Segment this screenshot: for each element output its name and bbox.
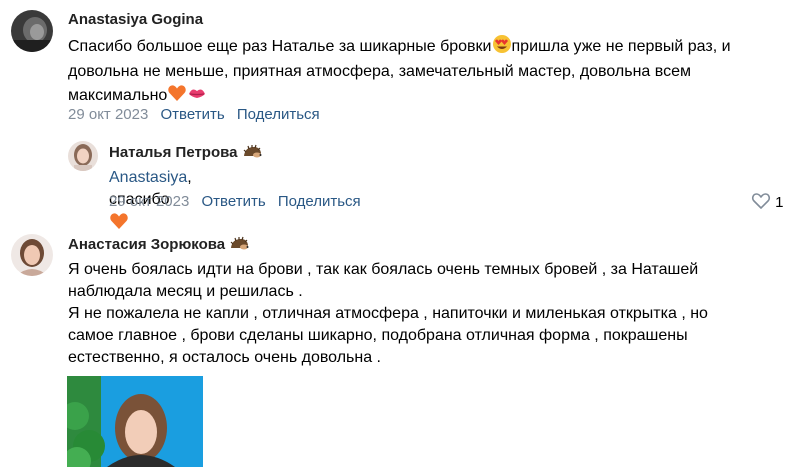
comment-author[interactable]: Anastasiya Gogina xyxy=(68,11,203,28)
comment-author: Анастасия Зорюкова xyxy=(68,236,249,256)
comment-meta: 29 окт 2023 Ответить Поделиться xyxy=(68,106,320,123)
share-button[interactable]: Поделиться xyxy=(237,106,320,123)
comment-text: Спасибо большое еще раз Наталье за шикар… xyxy=(68,34,788,110)
attached-photo[interactable] xyxy=(67,376,203,467)
comment-text: Я очень боялась идти на брови , так как … xyxy=(68,259,793,369)
hedgehog-icon xyxy=(242,144,262,164)
comment-text-line: максимально xyxy=(68,87,168,104)
author-name[interactable]: Наталья Петрова xyxy=(109,144,238,161)
like-button[interactable]: 1 xyxy=(751,192,784,214)
comment-text-line: Я очень боялась идти на брови , так как … xyxy=(68,261,699,278)
hedgehog-icon xyxy=(229,236,249,256)
avatar[interactable] xyxy=(11,234,53,276)
comment-text-line: естественно, я осталось очень довольна . xyxy=(68,349,381,366)
avatar[interactable] xyxy=(11,10,53,52)
heart-outline-icon xyxy=(751,192,771,214)
orange-heart-icon xyxy=(109,211,129,238)
comment-text-line: самое главное , брови сделаны шикарно, п… xyxy=(68,327,688,344)
avatar[interactable] xyxy=(68,141,98,171)
share-button[interactable]: Поделиться xyxy=(278,193,361,210)
reply-button[interactable]: Ответить xyxy=(161,106,225,123)
comment-text-line: наблюдала месяц и решилась . xyxy=(68,283,303,300)
comment-date[interactable]: 29 окт 2023 xyxy=(68,106,148,123)
comment-date[interactable]: 29 окт 2023 xyxy=(109,193,189,210)
comment-text-line: пришла уже не первый раз, и xyxy=(511,38,731,55)
heart-eyes-icon xyxy=(492,34,512,61)
mention-link[interactable]: Anastasiya xyxy=(109,169,187,186)
comment-meta: 29 окт 2023 Ответить Поделиться xyxy=(109,193,361,210)
comment-author: Наталья Петрова xyxy=(109,144,262,164)
comment-text-line: довольна не меньше, приятная атмосфера, … xyxy=(68,63,691,80)
comment-text-line: Спасибо большое еще раз Наталье за шикар… xyxy=(68,38,492,55)
comment-text-line: Я не пожалела не капли , отличная атмосф… xyxy=(68,305,708,322)
like-count: 1 xyxy=(775,194,784,211)
reply-button[interactable]: Ответить xyxy=(202,193,266,210)
author-name[interactable]: Анастасия Зорюкова xyxy=(68,236,225,253)
